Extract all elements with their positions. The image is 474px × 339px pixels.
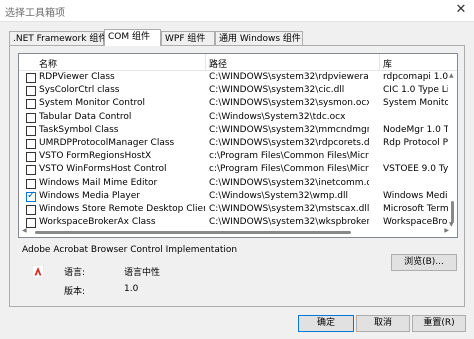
item-name: Windows Store Remote Desktop Clien... [39, 204, 205, 214]
title-bar: 选择工具箱项 ✕ [0, 0, 474, 22]
list-item[interactable]: Windows Media Player C:\Windows\System32\… [19, 190, 449, 203]
item-library: CIC 1.0 Type Libra [383, 85, 449, 96]
item-checkbox[interactable] [26, 86, 36, 97]
vertical-scroll-thumb[interactable] [451, 201, 454, 223]
item-checkbox[interactable] [26, 190, 36, 202]
tab-panel: 名称 路径 库 RDPViewer Class C:\WINDOWS\system… [9, 45, 465, 307]
item-library: NodeMgr 1.0 Type [383, 124, 449, 135]
item-checkbox[interactable] [26, 178, 36, 189]
item-name: SysColorCtrl class [39, 85, 120, 96]
item-name: VSTO FormRegionsHostX [39, 151, 152, 162]
tab-universal-windows[interactable]: 通用 Windows 组件 [215, 31, 303, 45]
version-value: 1.0 [124, 284, 139, 294]
list-item[interactable]: Tabular Data Control C:\Windows\System32\… [19, 111, 449, 124]
version-label: 版本: [64, 287, 86, 297]
scroll-left-icon[interactable]: ◀ [22, 227, 27, 234]
reset-button[interactable]: 重置(R) [412, 315, 466, 332]
list-item[interactable]: VSTO FormRegionsHostX c:\Program Files\Co… [19, 150, 449, 163]
item-path: C:\WINDOWS\system32\cic.dll [209, 85, 345, 96]
item-name: Tabular Data Control [39, 111, 132, 122]
list-item[interactable]: VSTO WinFormsHost Control c:\Program File… [19, 163, 449, 176]
list-item[interactable]: TaskSymbol Class C:\WINDOWS\system32\mmcn… [19, 124, 449, 137]
item-library: VSTOEE 9.0 Type [383, 164, 449, 175]
component-list[interactable]: 名称 路径 库 RDPViewer Class C:\WINDOWS\system… [18, 53, 458, 238]
item-path: C:\WINDOWS\system32\mstscax.dll [209, 204, 369, 214]
item-library: Windows Media F [383, 190, 449, 201]
window-title: 选择工具箱项 [5, 8, 65, 19]
item-checkbox[interactable] [26, 99, 36, 110]
item-checkbox[interactable] [26, 205, 36, 215]
column-header-name[interactable]: 名称 [39, 57, 57, 70]
vertical-scrollbar[interactable]: ▲ ▼ [448, 71, 457, 228]
item-name: TaskSymbol Class [39, 124, 119, 135]
item-path: C:\Windows\System32\wmp.dll [209, 190, 349, 201]
list-item[interactable]: Windows Mail Mime Editor C:\WINDOWS\syste… [19, 177, 449, 190]
item-checkbox[interactable] [26, 112, 36, 123]
item-path: C:\WINDOWS\system32\rdpcorets.dll [209, 138, 369, 148]
item-checkbox[interactable] [26, 125, 36, 136]
item-checkbox[interactable] [26, 152, 36, 163]
cancel-button[interactable]: 取消 [356, 315, 410, 332]
item-library: System Monitor Co [383, 98, 449, 109]
component-name: Adobe Acrobat Browser Control Implementa… [22, 245, 238, 255]
item-checkbox[interactable] [26, 139, 36, 149]
list-item[interactable]: UMRDPProtocolManager Class C:\WINDOWS\sys… [19, 137, 449, 150]
item-name: VSTO WinFormsHost Control [39, 164, 167, 175]
item-checkbox[interactable] [26, 73, 36, 83]
item-path: C:\WINDOWS\system32\inetcomm.dll [209, 177, 369, 188]
item-checkbox[interactable] [26, 218, 36, 229]
item-path: C:\WINDOWS\system32\sysmon.ocx [209, 98, 369, 109]
column-header-path[interactable]: 路径 [209, 57, 227, 70]
item-path: c:\Program Files\Common Files\Microsof..… [209, 164, 369, 175]
list-item[interactable]: SysColorCtrl class C:\WINDOWS\system32\ci… [19, 84, 449, 97]
horizontal-scroll-thumb[interactable] [35, 231, 351, 234]
item-path: c:\Program Files\Common Files\Microsof..… [209, 151, 369, 162]
scroll-right-icon[interactable]: ▶ [444, 227, 449, 234]
list-rows: RDPViewer Class C:\WINDOWS\system32\rdpvi… [19, 71, 449, 237]
item-path: C:\WINDOWS\system32\wkspbrokerAx... [209, 217, 369, 228]
item-library: Rdp Protocol Prov [383, 138, 449, 148]
language-value: 语言中性 [124, 268, 161, 278]
list-item[interactable]: RDPViewer Class C:\WINDOWS\system32\rdpvi… [19, 71, 449, 84]
ok-button[interactable]: 确定 [298, 315, 354, 332]
item-path: C:\WINDOWS\system32\rdpviewerax.dll [209, 72, 369, 82]
item-name: WorkspaceBrokerAx Class [39, 217, 156, 228]
column-header-library[interactable]: 库 [383, 57, 392, 70]
column-divider[interactable] [379, 54, 380, 71]
item-path: C:\Windows\System32\tdc.ocx [209, 111, 346, 122]
item-checkbox[interactable] [26, 165, 36, 176]
language-label: 语言: [64, 268, 86, 278]
browse-button[interactable]: 浏览(B)... [391, 254, 457, 271]
list-header: 名称 路径 库 [19, 54, 457, 71]
list-item[interactable]: Windows Store Remote Desktop Clien... C:\… [19, 203, 449, 216]
scroll-up-icon[interactable]: ▲ [449, 72, 454, 79]
list-item[interactable]: System Monitor Control C:\WINDOWS\system3… [19, 97, 449, 110]
item-name: Windows Mail Mime Editor [39, 177, 158, 188]
item-path: C:\WINDOWS\system32\mmcndmgr.dll [209, 124, 369, 135]
close-icon[interactable]: ✕ [454, 3, 468, 17]
tab-wpf-components[interactable]: WPF 组件 [161, 31, 215, 45]
item-library: WorkspaceBroker [383, 217, 449, 228]
tab-com-components[interactable]: COM 组件 [104, 29, 161, 46]
component-details: Adobe Acrobat Browser Control Implementa… [18, 245, 386, 301]
item-name: RDPViewer Class [39, 72, 115, 82]
scroll-down-icon[interactable]: ▼ [449, 221, 454, 228]
item-library: Microsoft Termin [383, 204, 449, 214]
item-name: UMRDPProtocolManager Class [39, 138, 175, 148]
horizontal-scrollbar[interactable]: ◀ ▶ [19, 227, 457, 237]
item-name: System Monitor Control [39, 98, 146, 109]
item-library: rdpcomapi 1.0 Type [383, 72, 449, 82]
tab-net-framework[interactable]: .NET Framework 组件 [9, 31, 107, 45]
item-name: Windows Media Player [39, 190, 140, 201]
column-divider[interactable] [205, 54, 206, 71]
adobe-acrobat-icon [32, 265, 44, 278]
